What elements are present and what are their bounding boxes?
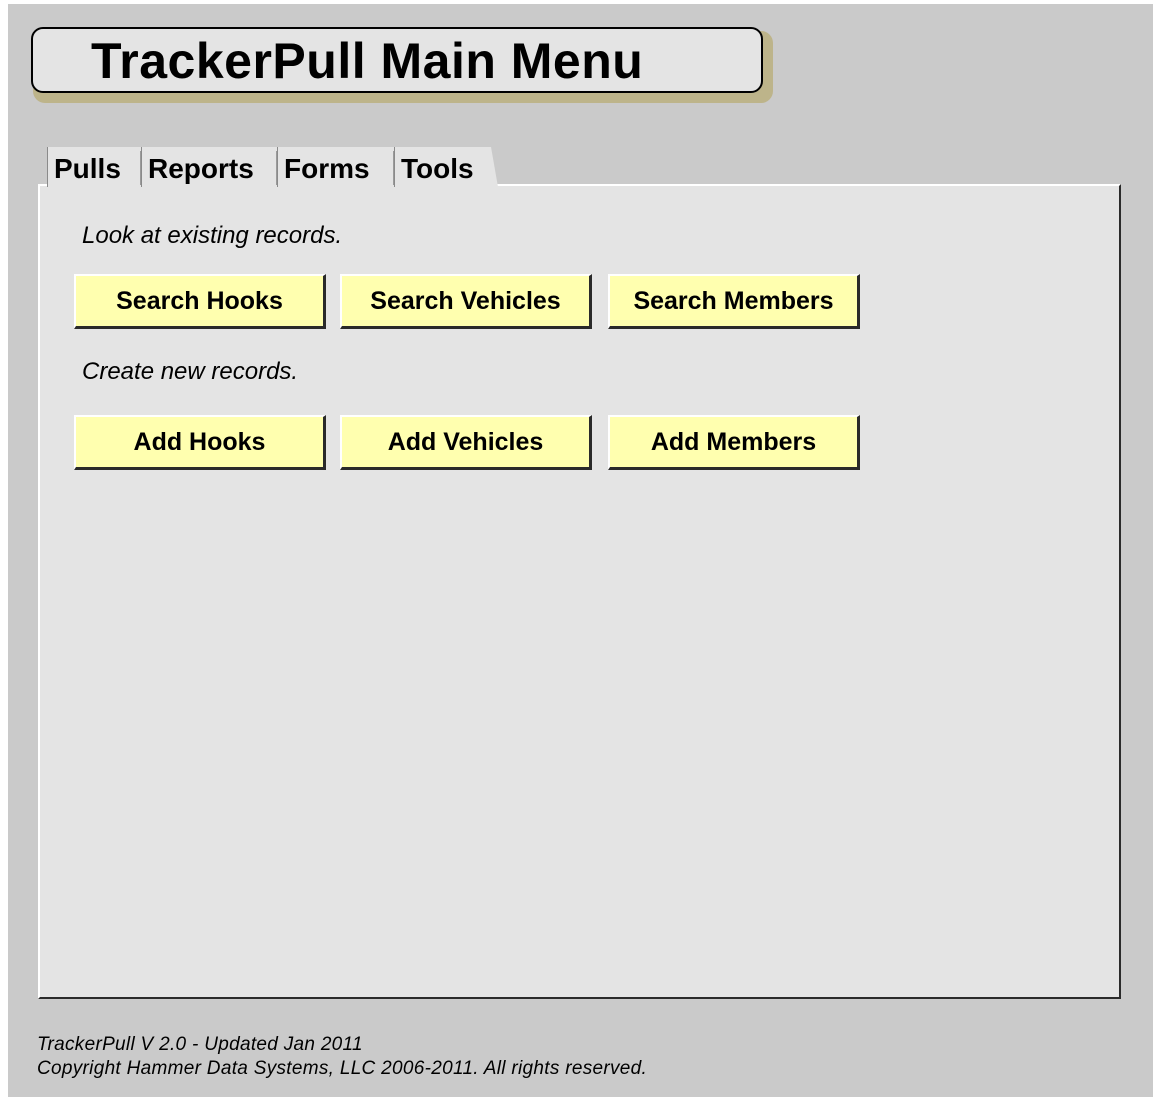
- page-title: TrackerPull Main Menu: [91, 33, 644, 89]
- search-hooks-button[interactable]: Search Hooks: [74, 274, 326, 329]
- search-hooks-button-label: Search Hooks: [116, 287, 283, 315]
- copyright-text: Copyright Hammer Data Systems, LLC 2006-…: [37, 1058, 648, 1079]
- tab-pulls[interactable]: Pulls: [47, 147, 148, 187]
- version-text: TrackerPull V 2.0 - Updated Jan 2011: [37, 1034, 363, 1055]
- tab-forms-label: Forms: [284, 153, 370, 184]
- add-hooks-button-label: Add Hooks: [133, 428, 266, 456]
- add-vehicles-button-label: Add Vehicles: [387, 428, 544, 456]
- forms-tab-panel: Look at existing records. Search Hooks S…: [38, 184, 1121, 999]
- tab-reports[interactable]: Reports: [141, 147, 284, 187]
- add-members-button[interactable]: Add Members: [608, 415, 860, 470]
- tab-forms[interactable]: Forms: [277, 147, 401, 187]
- create-section-label: Create new records.: [82, 358, 299, 385]
- tab-tools-label: Tools: [401, 153, 474, 184]
- tab-tools[interactable]: Tools: [394, 147, 498, 187]
- title-banner: TrackerPull Main Menu: [31, 27, 763, 93]
- search-vehicles-button[interactable]: Search Vehicles: [340, 274, 592, 329]
- search-members-button[interactable]: Search Members: [608, 274, 860, 329]
- search-members-button-label: Search Members: [633, 287, 834, 315]
- search-section-label: Look at existing records.: [82, 222, 343, 249]
- add-vehicles-button[interactable]: Add Vehicles: [340, 415, 592, 470]
- add-members-button-label: Add Members: [650, 428, 817, 456]
- tab-pulls-label: Pulls: [54, 153, 121, 184]
- add-hooks-button[interactable]: Add Hooks: [74, 415, 326, 470]
- tab-reports-label: Reports: [148, 153, 254, 184]
- search-vehicles-button-label: Search Vehicles: [370, 287, 561, 315]
